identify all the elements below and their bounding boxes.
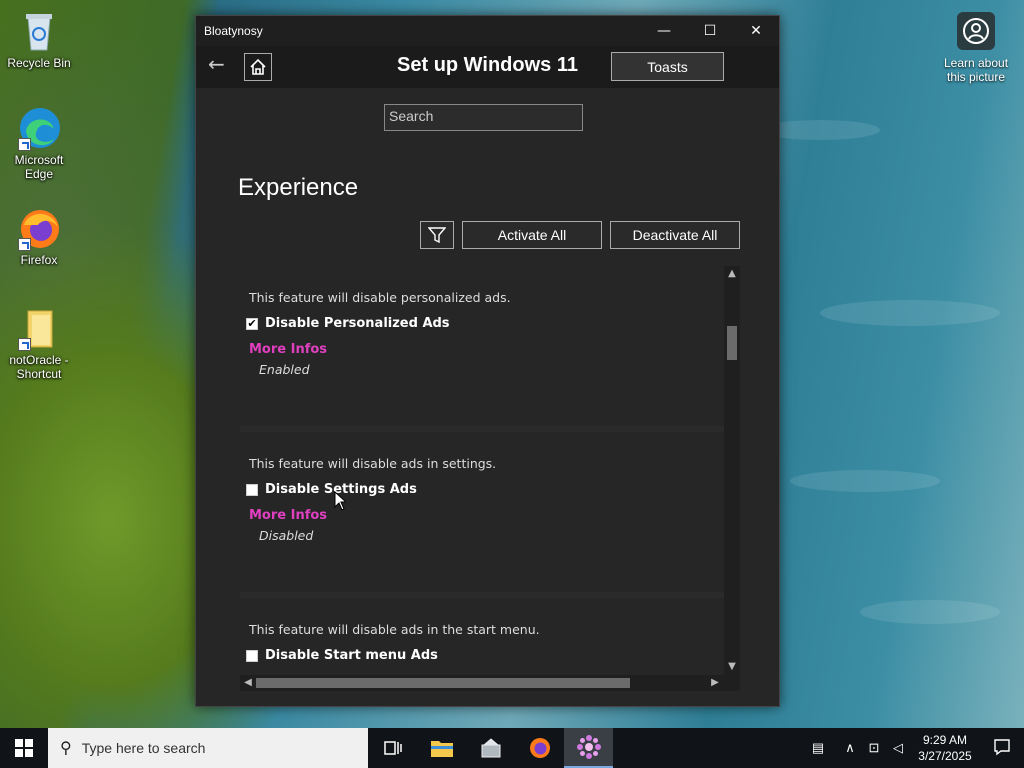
horizontal-scrollbar[interactable]: ◀ ▶ <box>240 675 740 691</box>
clock-time: 9:29 AM <box>922 733 968 747</box>
feature-checkbox[interactable] <box>246 484 258 496</box>
desktop-icon-edge[interactable]: Microsoft Edge <box>1 105 77 181</box>
scroll-down-icon[interactable]: ▼ <box>724 661 740 675</box>
firefox-icon <box>16 205 62 251</box>
feature-description: This feature will disable ads in the sta… <box>249 622 540 637</box>
feature-description: This feature will disable ads in setting… <box>249 456 497 471</box>
scroll-up-icon[interactable]: ▲ <box>724 268 740 282</box>
desktop-icon-notoracle[interactable]: notOracle - Shortcut <box>1 305 77 381</box>
system-tray: ▤ ∧ ⊡ ◁ 9:29 AM 3/27/2025 <box>798 728 1024 768</box>
taskbar-search-input[interactable]: ⚲ Type here to search <box>48 728 368 768</box>
minimize-button[interactable]: — <box>641 16 687 46</box>
close-button[interactable]: ✕ <box>733 16 779 46</box>
taskbar-file-explorer[interactable] <box>417 728 466 768</box>
home-button[interactable] <box>244 53 272 81</box>
filter-icon <box>428 227 446 243</box>
more-infos-link[interactable]: More Infos <box>249 342 327 357</box>
desktop-icon-label: Recycle Bin <box>7 56 71 70</box>
recycle-bin-icon <box>16 8 62 54</box>
title-bar[interactable]: Bloatynosy — ☐ ✕ <box>196 16 779 46</box>
start-button[interactable] <box>0 728 48 768</box>
clock-date: 3/27/2025 <box>918 749 972 763</box>
filter-button[interactable] <box>420 221 454 249</box>
task-view-icon <box>383 741 402 755</box>
back-arrow-icon[interactable]: ← <box>208 52 225 76</box>
feature-checkbox[interactable] <box>246 650 258 662</box>
file-explorer-icon <box>430 741 453 757</box>
shortcut-arrow-icon <box>18 338 31 351</box>
section-title: Experience <box>238 174 359 201</box>
bloatynosy-app-icon <box>576 735 601 759</box>
scroll-right-icon[interactable]: ▶ <box>708 675 722 691</box>
feature-card: This feature will disable ads in setting… <box>240 432 724 592</box>
feature-status: Disabled <box>259 528 314 543</box>
task-view-button[interactable] <box>368 728 417 768</box>
desktop-icon-label: notOracle - Shortcut <box>9 353 69 381</box>
feature-description: This feature will disable personalized a… <box>249 290 511 305</box>
desktop-icon-recycle-bin[interactable]: Recycle Bin <box>1 8 77 70</box>
network-icon[interactable]: ⊡ <box>862 740 886 756</box>
deactivate-all-button[interactable]: Deactivate All <box>610 221 740 249</box>
desktop-icon-label: Firefox <box>20 253 58 267</box>
edge-icon <box>16 105 62 151</box>
installer-icon <box>481 738 500 758</box>
camera-icon <box>957 12 995 50</box>
mouse-cursor-icon <box>334 491 346 511</box>
maximize-button[interactable]: ☐ <box>687 16 733 46</box>
feature-name[interactable]: Disable Personalized Ads <box>265 316 450 331</box>
taskbar: ⚲ Type here to search ▤ ∧ ⊡ ◁ 9:29 AM 3/… <box>0 728 1024 768</box>
feature-name[interactable]: Disable Start menu Ads <box>265 648 438 663</box>
firefox-icon <box>529 738 550 758</box>
learn-about-picture[interactable]: Learn about this picture <box>940 12 1012 84</box>
shortcut-arrow-icon <box>18 138 31 151</box>
window-title: Bloatynosy <box>204 24 263 38</box>
app-window: Bloatynosy — ☐ ✕ ← Set up Windows 11 Toa… <box>195 15 780 707</box>
horizontal-scroll-thumb[interactable] <box>256 678 630 688</box>
folder-icon <box>16 305 62 351</box>
activate-all-button[interactable]: Activate All <box>462 221 602 249</box>
taskbar-search-placeholder: Type here to search <box>81 740 206 756</box>
toasts-button[interactable]: Toasts <box>611 52 724 81</box>
feature-list[interactable]: This feature will disable personalized a… <box>240 266 740 691</box>
chevron-up-icon[interactable]: ∧ <box>838 740 862 756</box>
windows-logo-icon <box>15 739 33 757</box>
taskbar-bloatynosy[interactable] <box>564 728 613 768</box>
more-infos-link[interactable]: More Infos <box>249 508 327 523</box>
feature-card: This feature will disable personalized a… <box>240 266 724 426</box>
feature-checkbox[interactable]: ✔ <box>246 318 258 330</box>
search-input[interactable]: Search <box>384 104 583 131</box>
home-icon <box>250 58 266 75</box>
news-widget-icon[interactable]: ▤ <box>798 740 838 756</box>
scroll-left-icon[interactable]: ◀ <box>241 675 255 691</box>
learn-label: Learn about this picture <box>943 56 1009 84</box>
vertical-scrollbar[interactable]: ▲ ▼ <box>724 266 740 675</box>
volume-muted-icon[interactable]: ◁ <box>886 740 910 756</box>
taskbar-installer[interactable] <box>466 728 515 768</box>
desktop-icon-firefox[interactable]: Firefox <box>1 205 77 267</box>
clock[interactable]: 9:29 AM 3/27/2025 <box>910 732 980 764</box>
feature-status: Enabled <box>259 362 310 377</box>
notifications-icon[interactable] <box>980 738 1024 759</box>
shortcut-arrow-icon <box>18 238 31 251</box>
taskbar-firefox[interactable] <box>515 728 564 768</box>
desktop-icon-label: Microsoft Edge <box>14 153 64 181</box>
search-icon: ⚲ <box>60 740 72 757</box>
app-header: ← Set up Windows 11 Toasts <box>196 46 779 88</box>
vertical-scroll-thumb[interactable] <box>727 326 737 360</box>
